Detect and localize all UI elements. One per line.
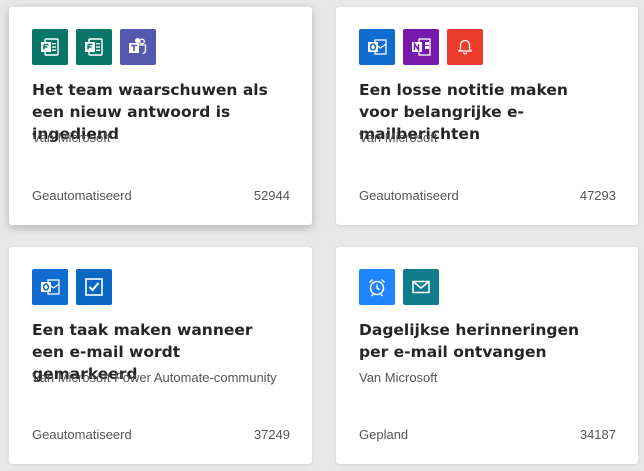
todo-checkbox-icon bbox=[76, 269, 112, 305]
template-card[interactable]: Het team waarschuwen als een nieuw antwo… bbox=[9, 7, 312, 225]
template-card[interactable]: Dagelijkse herinneringen per e-mail ontv… bbox=[336, 247, 638, 464]
card-type: Geautomatiseerd bbox=[359, 188, 459, 203]
forms-icon bbox=[32, 29, 68, 65]
card-type: Gepland bbox=[359, 427, 409, 442]
alarm-clock-icon bbox=[359, 269, 395, 305]
teams-icon bbox=[120, 29, 156, 65]
notification-bell-icon bbox=[447, 29, 483, 65]
onenote-icon bbox=[403, 29, 439, 65]
card-author: Van Microsoft bbox=[32, 130, 111, 145]
card-type: Geautomatiseerd bbox=[32, 427, 132, 442]
card-count: 52944 bbox=[253, 188, 290, 203]
connector-icons bbox=[32, 29, 156, 65]
outlook-icon bbox=[32, 269, 68, 305]
card-author: Van Microsoft Power Automate-community bbox=[32, 370, 277, 385]
connector-icons bbox=[359, 269, 439, 305]
template-card[interactable]: Een losse notitie maken voor belangrijke… bbox=[336, 7, 638, 225]
card-author: Van Microsoft bbox=[359, 370, 438, 385]
connector-icons bbox=[359, 29, 483, 65]
forms-icon bbox=[76, 29, 112, 65]
card-count: 34187 bbox=[579, 427, 616, 442]
template-card[interactable]: Een taak maken wanneer een e-mail wordt … bbox=[9, 247, 312, 464]
card-count: 47293 bbox=[579, 188, 616, 203]
card-type: Geautomatiseerd bbox=[32, 188, 132, 203]
mail-icon bbox=[403, 269, 439, 305]
card-title: Dagelijkse herinneringen per e-mail ontv… bbox=[359, 321, 580, 361]
connector-icons bbox=[32, 269, 112, 305]
card-count: 37249 bbox=[253, 427, 290, 442]
card-author: Van Microsoft bbox=[359, 130, 438, 145]
template-grid: Het team waarschuwen als een nieuw antwo… bbox=[0, 0, 644, 471]
outlook-icon bbox=[359, 29, 395, 65]
